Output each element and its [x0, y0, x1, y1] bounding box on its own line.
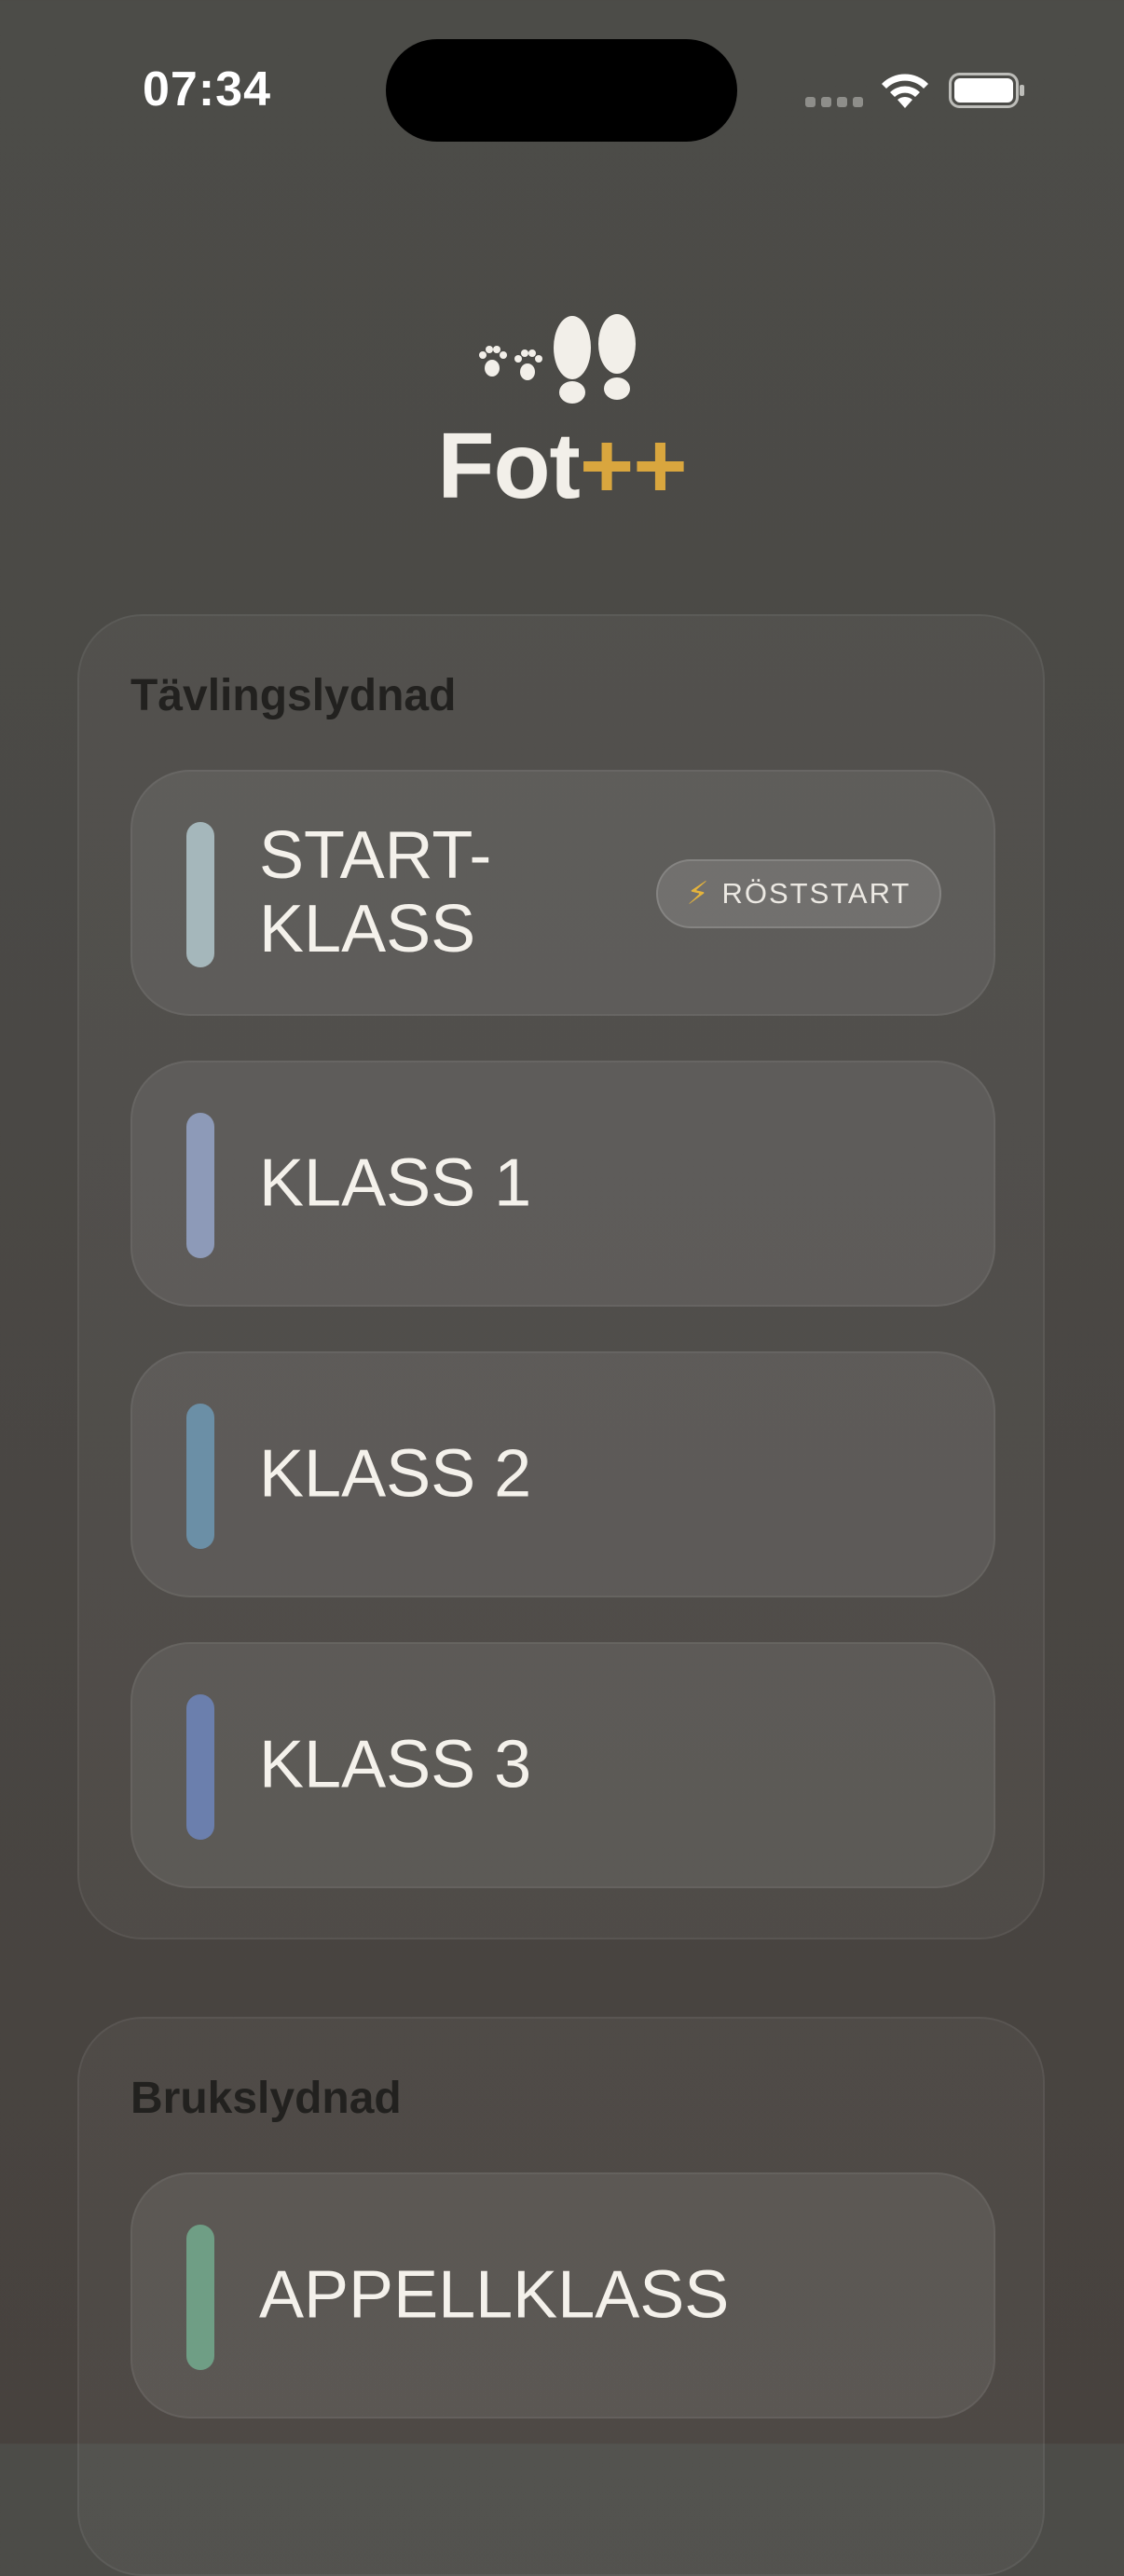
- voice-start-badge[interactable]: ⚡ RÖSTSTART: [656, 859, 941, 928]
- class-label: START- KLASS: [259, 817, 492, 966]
- class-card-klass-1[interactable]: KLASS 1: [130, 1061, 995, 1307]
- class-color-bar: [186, 2225, 214, 2370]
- section-tavlingslydnad: Tävlingslydnad START- KLASS ⚡ RÖSTSTART …: [77, 614, 1045, 1939]
- app-title-accent: ++: [579, 414, 688, 518]
- class-label: KLASS 2: [259, 1436, 532, 1512]
- class-label: APPELLKLASS: [259, 2257, 730, 2333]
- section-label: Tävlingslydnad: [130, 671, 457, 720]
- battery-icon: [949, 73, 1024, 108]
- section-brukslydnad: Brukslydnad APPELLKLASS: [77, 2017, 1045, 2576]
- class-color-bar: [186, 822, 214, 967]
- wifi-icon: [882, 74, 928, 108]
- class-label: KLASS 3: [259, 1727, 532, 1802]
- cellular-signal-icon: [805, 97, 863, 107]
- paws-and-footprints-icon: [479, 314, 636, 404]
- class-card-startklass[interactable]: START- KLASS ⚡ RÖSTSTART: [130, 770, 995, 1016]
- dynamic-island: [386, 39, 737, 142]
- status-time: 07:34: [143, 62, 271, 116]
- class-card-klass-2[interactable]: KLASS 2: [130, 1351, 995, 1597]
- badge-label: RÖSTSTART: [721, 877, 912, 910]
- lightning-icon: ⚡: [686, 876, 711, 911]
- class-card-klass-3[interactable]: KLASS 3: [130, 1642, 995, 1888]
- class-label: KLASS 1: [259, 1145, 532, 1221]
- class-color-bar: [186, 1694, 214, 1840]
- class-card-appellklass[interactable]: APPELLKLASS: [130, 2172, 995, 2418]
- class-color-bar: [186, 1113, 214, 1258]
- section-label: Brukslydnad: [130, 2074, 402, 2123]
- class-color-bar: [186, 1404, 214, 1549]
- app-title: Fot++: [0, 419, 1124, 513]
- app-title-main: Fot: [437, 414, 580, 518]
